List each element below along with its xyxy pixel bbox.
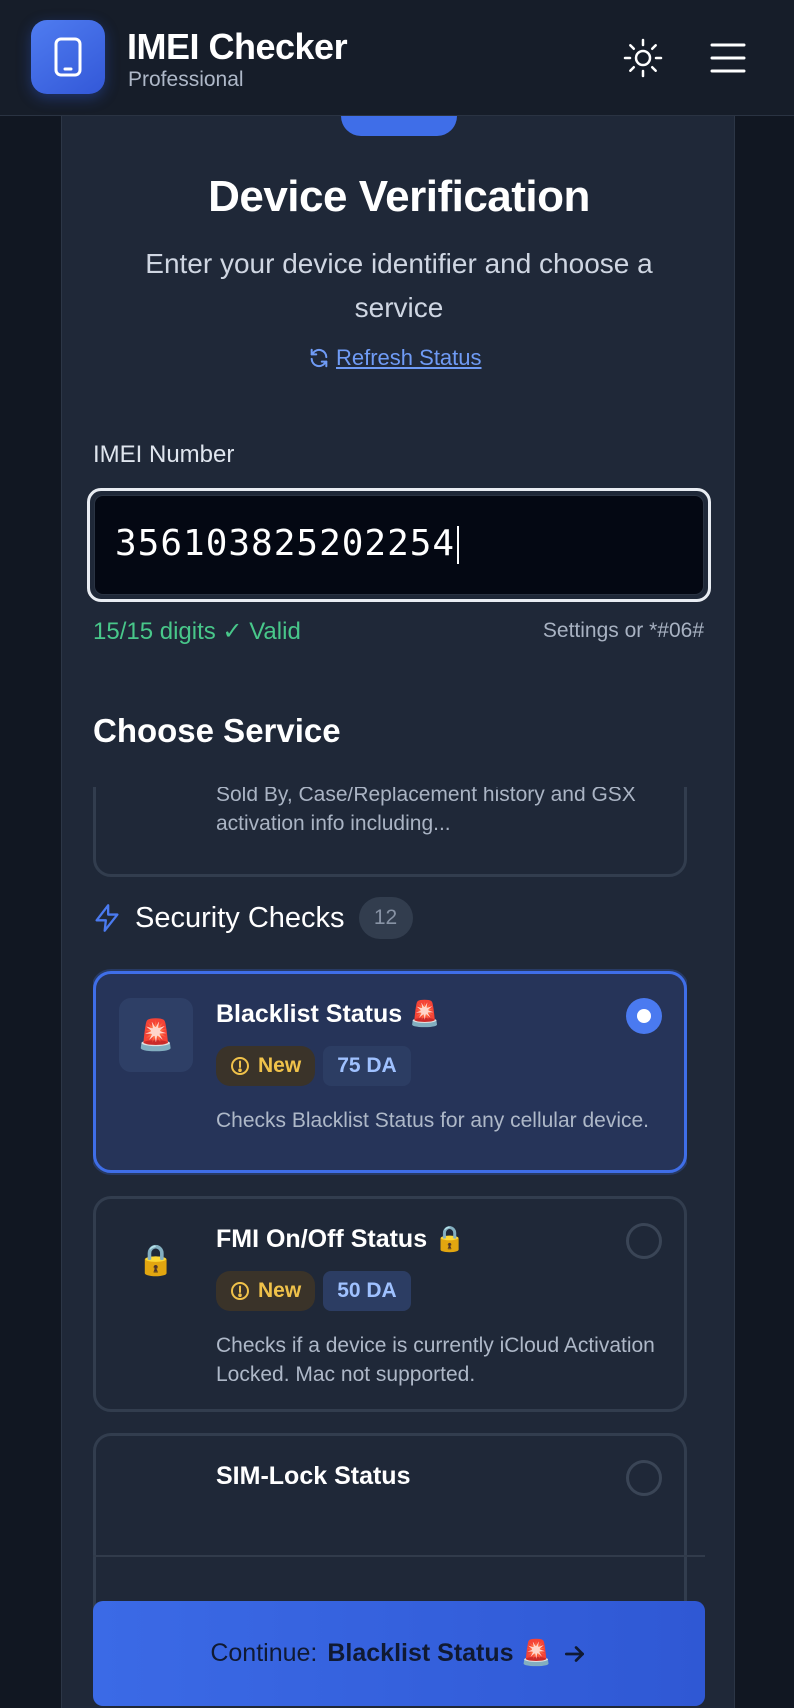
- service-badges: New 50 DA: [216, 1271, 411, 1311]
- new-badge-label: New: [258, 1054, 302, 1077]
- refresh-status-link[interactable]: Refresh Status: [308, 344, 482, 372]
- service-group-count: 12: [358, 897, 413, 939]
- service-radio[interactable]: [626, 1460, 662, 1496]
- app-subtitle: Professional: [128, 68, 244, 91]
- imei-hint: Settings or *#06#: [542, 619, 704, 642]
- imei-field-frame[interactable]: 356103825202254: [87, 488, 711, 602]
- app-logo: [31, 20, 105, 94]
- hamburger-menu-icon: [710, 43, 746, 73]
- smartphone-icon: [54, 37, 82, 77]
- lock-icon: 🔒: [137, 1243, 175, 1277]
- refresh-icon: [310, 348, 328, 368]
- service-title: Blacklist Status 🚨: [216, 1000, 441, 1028]
- verification-card: Device Verification Enter your device id…: [61, 116, 735, 1708]
- service-description: Checks if a device is currently iCloud A…: [216, 1334, 655, 1386]
- siren-icon: 🚨: [119, 998, 193, 1072]
- imei-input[interactable]: 356103825202254: [94, 495, 704, 595]
- service-title: FMI On/Off Status 🔒: [216, 1225, 466, 1253]
- page-subtitle: Enter your device identifier and choose …: [145, 248, 653, 323]
- service-list[interactable]: Sold By, Case/Replacement history and GS…: [93, 787, 687, 1611]
- service-radio[interactable]: [626, 1223, 662, 1259]
- text-caret: [457, 526, 460, 564]
- price-badge: 75 DA: [323, 1046, 411, 1086]
- page-title: Device Verification: [208, 172, 590, 221]
- service-group-title: Security Checks: [135, 901, 345, 934]
- imei-validation-status: 15/15 digits ✓ Valid: [93, 618, 301, 645]
- new-badge: New: [216, 1046, 316, 1086]
- service-description: Checks Blacklist Status for any cellular…: [216, 1109, 650, 1132]
- new-badge: New: [216, 1271, 316, 1311]
- sun-icon: [623, 38, 663, 78]
- service-description: Sold By, Case/Replacement history and GS…: [216, 787, 636, 835]
- app-header: IMEI Checker Professional: [0, 0, 794, 116]
- service-group-header[interactable]: Security Checks 12: [93, 897, 413, 939]
- lightning-icon: [95, 904, 119, 932]
- arrow-right-icon: [564, 1645, 584, 1662]
- service-title: SIM-Lock Status: [216, 1462, 411, 1490]
- service-radio-selected[interactable]: [626, 998, 662, 1034]
- alert-circle-icon: [231, 1282, 249, 1300]
- imei-label: IMEI Number: [93, 441, 235, 468]
- continue-prefix: Continue:: [210, 1639, 318, 1667]
- continue-button[interactable]: Continue: Blacklist Status 🚨: [93, 1601, 705, 1706]
- card-accent-tab: [341, 116, 457, 136]
- choose-service-heading: Choose Service: [93, 712, 341, 749]
- imei-value: 356103825202254: [115, 523, 456, 564]
- service-card-fmi[interactable]: 🔒 FMI On/Off Status 🔒 New 50 DA Checks i…: [93, 1196, 687, 1412]
- theme-toggle-button[interactable]: [622, 37, 664, 79]
- service-card-simlock[interactable]: SIM-Lock Status: [93, 1433, 687, 1611]
- price-badge: 50 DA: [323, 1271, 411, 1311]
- continue-service-label: Blacklist Status 🚨: [327, 1639, 552, 1667]
- refresh-status-label: Refresh Status: [336, 345, 482, 370]
- alert-circle-icon: [231, 1057, 249, 1075]
- service-card-blacklist[interactable]: 🚨 Blacklist Status 🚨 New 75 DA Checks Bl…: [93, 971, 687, 1173]
- menu-button[interactable]: [706, 37, 748, 79]
- service-badges: New 75 DA: [216, 1046, 411, 1086]
- section-divider: [93, 1555, 705, 1557]
- app-title: IMEI Checker: [127, 26, 348, 67]
- service-card-partial[interactable]: Sold By, Case/Replacement history and GS…: [93, 787, 687, 877]
- new-badge-label: New: [258, 1279, 302, 1302]
